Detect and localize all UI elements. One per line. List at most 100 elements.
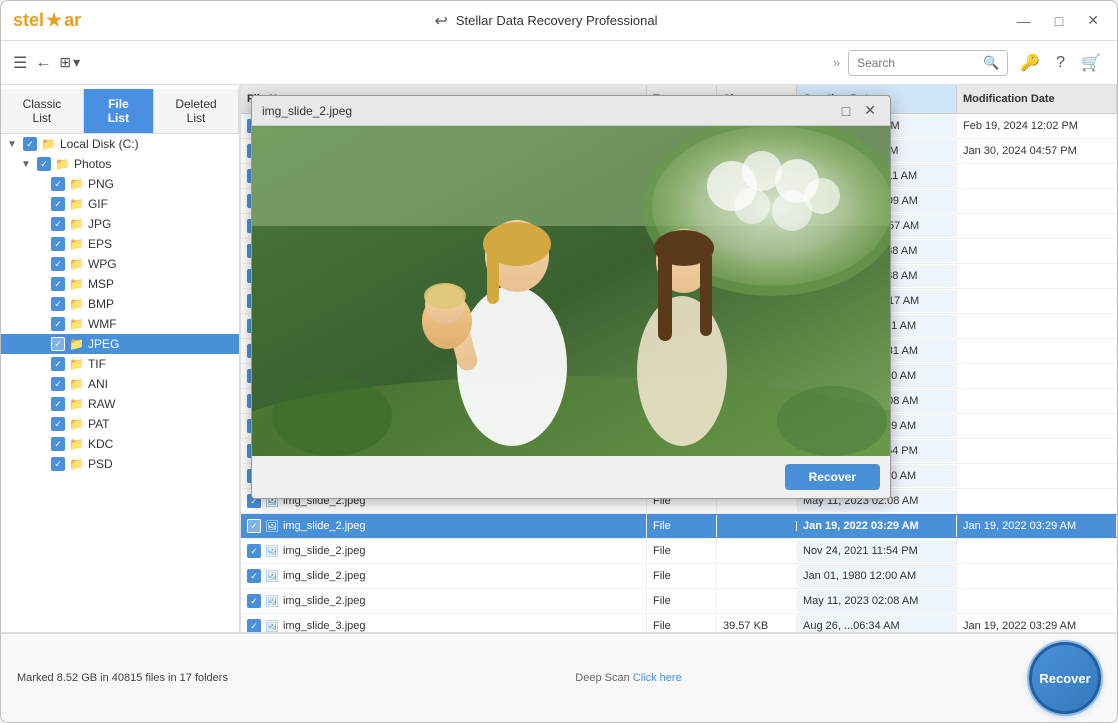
view-button[interactable]: ⊞ ▾ [59, 54, 80, 71]
row-checkbox[interactable]: ✓ [247, 594, 261, 608]
checkbox-eps[interactable]: ✓ [51, 237, 65, 251]
file-modification-cell [957, 546, 1117, 556]
window-controls: — □ ✕ [1011, 10, 1105, 31]
tree-item-raw[interactable]: ✓ 📁 RAW [1, 394, 239, 414]
checkbox-kdc[interactable]: ✓ [51, 437, 65, 451]
checkbox-wmf[interactable]: ✓ [51, 317, 65, 331]
tree-item-msp[interactable]: ✓ 📁 MSP [1, 274, 239, 294]
folder-icon: 📁 [69, 377, 84, 391]
tree-label: EPS [88, 237, 112, 251]
tree-item-tif[interactable]: ✓ 📁 TIF [1, 354, 239, 374]
checkbox-bmp[interactable]: ✓ [51, 297, 65, 311]
modal-recover-area: Recover [252, 456, 890, 498]
checkbox-psd[interactable]: ✓ [51, 457, 65, 471]
maximize-button[interactable]: □ [1049, 11, 1069, 31]
table-row[interactable]: ✓ 🖼 img_slide_3.jpeg File 39.57 KB Aug 2… [241, 614, 1117, 632]
undo-icon: ↩ [434, 11, 447, 31]
file-modification-cell [957, 171, 1117, 181]
folder-icon: 📁 [69, 237, 84, 251]
tree-label: JPEG [88, 337, 119, 351]
tree-item-jpeg[interactable]: ✓ 📁 JPEG [1, 334, 239, 354]
tree-item-kdc[interactable]: ✓ 📁 KDC [1, 434, 239, 454]
tree-item-local-disk[interactable]: ▼ ✓ 📁 Local Disk (C:) [1, 134, 239, 154]
modal-maximize-button[interactable]: □ [838, 102, 854, 119]
file-panel: File Name ▲ Type Size Creation Date Modi… [241, 85, 1117, 632]
file-type-cell: File [647, 565, 717, 587]
tree-label: JPG [88, 217, 111, 231]
row-checkbox[interactable]: ✓ [247, 519, 261, 533]
tree-item-png[interactable]: ✓ 📁 PNG [1, 174, 239, 194]
table-row[interactable]: ✓ 🖼 img_slide_2.jpeg File May 11, 2023 0… [241, 589, 1117, 614]
tree-item-eps[interactable]: ✓ 📁 EPS [1, 234, 239, 254]
hamburger-button[interactable]: ☰ [13, 53, 27, 73]
status-text: Marked 8.52 GB in 40815 files in 17 fold… [17, 672, 228, 684]
double-arrow-icon: » [833, 55, 840, 70]
checkbox-ani[interactable]: ✓ [51, 377, 65, 391]
file-modification-cell: Feb 19, 2024 12:02 PM [957, 115, 1117, 137]
checkbox-local-disk[interactable]: ✓ [23, 137, 37, 151]
file-type-icon: 🖼 [265, 520, 279, 533]
tree-item-jpg[interactable]: ✓ 📁 JPG [1, 214, 239, 234]
close-button[interactable]: ✕ [1081, 10, 1105, 31]
tree-item-ani[interactable]: ✓ 📁 ANI [1, 374, 239, 394]
checkbox-wpg[interactable]: ✓ [51, 257, 65, 271]
row-checkbox[interactable]: ✓ [247, 569, 261, 583]
modal-recover-button[interactable]: Recover [785, 464, 880, 490]
tree-item-bmp[interactable]: ✓ 📁 BMP [1, 294, 239, 314]
tree-item-wpg[interactable]: ✓ 📁 WPG [1, 254, 239, 274]
tree-label: Photos [74, 157, 111, 171]
file-modification-cell [957, 221, 1117, 231]
file-creation-cell: Jan 01, 1980 12:00 AM [797, 565, 957, 587]
folder-icon: 📁 [69, 257, 84, 271]
recover-button[interactable]: Recover [1029, 642, 1101, 714]
file-type-cell: File [647, 540, 717, 562]
back-button[interactable]: ← [35, 54, 51, 72]
checkbox-tif[interactable]: ✓ [51, 357, 65, 371]
cart-button[interactable]: 🛒 [1077, 49, 1105, 77]
checkbox-gif[interactable]: ✓ [51, 197, 65, 211]
tree-item-photos[interactable]: ▼ ✓ 📁 Photos [1, 154, 239, 174]
preview-modal[interactable]: img_slide_2.jpeg □ ✕ [251, 95, 891, 499]
checkbox-jpeg[interactable]: ✓ [51, 337, 65, 351]
checkbox-jpg[interactable]: ✓ [51, 217, 65, 231]
search-input[interactable] [857, 56, 977, 70]
tree-item-gif[interactable]: ✓ 📁 GIF [1, 194, 239, 214]
tree-label: MSP [88, 277, 114, 291]
row-checkbox[interactable]: ✓ [247, 544, 261, 558]
tree-item-psd[interactable]: ✓ 📁 PSD [1, 454, 239, 474]
expand-arrow: ▼ [7, 139, 19, 150]
checkbox-msp[interactable]: ✓ [51, 277, 65, 291]
help-button[interactable]: ? [1052, 50, 1069, 76]
tab-deleted-list[interactable]: Deleted List [154, 89, 239, 133]
checkbox-raw[interactable]: ✓ [51, 397, 65, 411]
table-row[interactable]: ✓ 🖼 img_slide_2.jpeg File Nov 24, 2021 1… [241, 539, 1117, 564]
folder-icon: 📁 [69, 437, 84, 451]
modal-close-button[interactable]: ✕ [860, 102, 880, 119]
file-type-icon: 🖼 [265, 570, 279, 583]
table-row[interactable]: ✓ 🖼 img_slide_2.jpeg File Jan 01, 1980 1… [241, 564, 1117, 589]
tree-item-pat[interactable]: ✓ 📁 PAT [1, 414, 239, 434]
bottom-bar: Marked 8.52 GB in 40815 files in 17 fold… [1, 632, 1117, 722]
checkbox-png[interactable]: ✓ [51, 177, 65, 191]
key-button[interactable]: 🔑 [1016, 49, 1044, 77]
tree-item-wmf[interactable]: ✓ 📁 WMF [1, 314, 239, 334]
tree-label: WPG [88, 257, 117, 271]
deep-scan-link[interactable]: Click here [633, 672, 682, 684]
checkbox-photos[interactable]: ✓ [37, 157, 51, 171]
row-checkbox[interactable]: ✓ [247, 619, 261, 632]
minimize-button[interactable]: — [1011, 11, 1037, 31]
toolbar: ☰ ← ⊞ ▾ » 🔍 🔑 ? 🛒 [1, 41, 1117, 85]
file-type-icon: 🖼 [265, 545, 279, 558]
folder-icon: 📁 [69, 337, 84, 351]
tree-label: KDC [88, 437, 113, 451]
checkbox-pat[interactable]: ✓ [51, 417, 65, 431]
tree-label: GIF [88, 197, 108, 211]
folder-icon: 📁 [69, 217, 84, 231]
table-row[interactable]: ✓ 🖼 img_slide_2.jpeg File Jan 19, 2022 0… [241, 514, 1117, 539]
file-creation-cell: Aug 26, ...06:34 AM [797, 615, 957, 632]
file-modification-cell [957, 571, 1117, 581]
tab-bar: Classic List File List Deleted List [1, 89, 239, 134]
tab-file-list[interactable]: File List [84, 89, 154, 133]
header-modification[interactable]: Modification Date [957, 85, 1117, 113]
tab-classic-list[interactable]: Classic List [1, 89, 84, 133]
